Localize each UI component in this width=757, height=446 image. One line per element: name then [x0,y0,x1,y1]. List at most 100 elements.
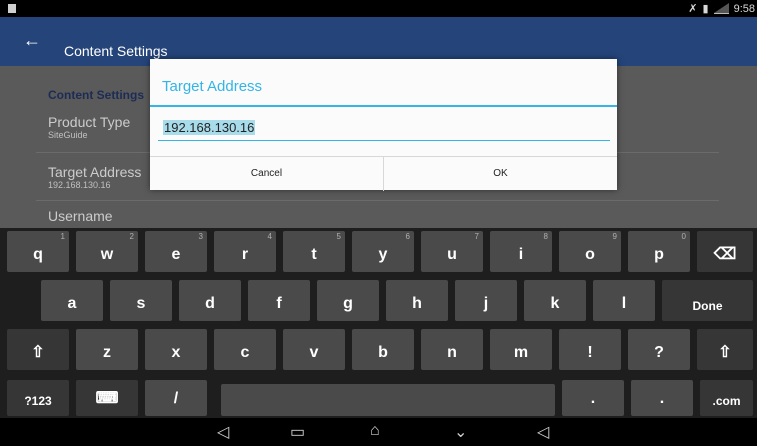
key-v[interactable]: v [283,329,345,370]
key-hint: 8 [543,232,548,241]
key-w[interactable]: 2w [76,231,138,272]
nav-recents-icon[interactable]: ▭ [290,422,305,442]
key-c[interactable]: c [214,329,276,370]
shift-icon: ⇧ [718,344,732,361]
setting-username[interactable]: Username [48,208,113,224]
key-label: r [241,246,249,263]
key-j[interactable]: j [455,280,517,321]
period-key-2[interactable]: . [631,380,693,416]
key-h[interactable]: h [386,280,448,321]
nav-home-icon[interactable]: ⌂ [370,422,380,440]
symbols-key[interactable]: ?123 [7,380,69,416]
language-icon: ⌨ [95,390,119,407]
key-k[interactable]: k [524,280,586,321]
key-hint: 0 [681,232,686,241]
key-label: w [100,246,114,263]
key-hint: 9 [612,232,617,241]
soft-keyboard: 1q 2w 3e 4r 5t 6y 7u 8i 9o 0p ⌫ a s d f … [0,228,757,418]
target-address-label: Target Address [48,164,142,180]
key-label: s [136,295,146,312]
key-label: i [518,246,524,263]
product-type-label: Product Type [48,114,131,130]
key-e[interactable]: 3e [145,231,207,272]
target-address-dialog: Target Address 192.168.130.16 Cancel OK [150,59,617,191]
volume-down-icon[interactable]: ◁ [217,422,229,442]
key-o[interactable]: 9o [559,231,621,272]
key-g[interactable]: g [317,280,379,321]
key-s[interactable]: s [110,280,172,321]
backspace-key[interactable]: ⌫ [697,231,753,272]
key-label: c [240,344,250,361]
period-key[interactable]: . [562,380,624,416]
shift-icon: ⇧ [31,344,45,361]
key-y[interactable]: 6y [352,231,414,272]
key-label: b [378,344,388,361]
mic-muted-icon: ✗ [688,3,698,15]
space-key[interactable] [221,384,555,416]
com-label: .com [712,394,741,408]
key-r[interactable]: 4r [214,231,276,272]
key-label: x [171,344,181,361]
key-hint: 6 [405,232,410,241]
key-label: o [585,246,595,263]
key-f[interactable]: f [248,280,310,321]
key-m[interactable]: m [490,329,552,370]
key-hint: 4 [267,232,272,241]
done-key[interactable]: Done [662,280,753,321]
volume-up-icon[interactable]: ◁ [537,422,549,442]
key-exclamation[interactable]: ! [559,329,621,370]
key-label: f [276,295,282,312]
key-q[interactable]: 1q [7,231,69,272]
key-question[interactable]: ? [628,329,690,370]
key-label: h [412,295,422,312]
com-key[interactable]: .com [700,380,753,416]
status-right: ✗ ▮ 9:58 [688,2,755,16]
key-label: n [447,344,457,361]
key-b[interactable]: b [352,329,414,370]
key-i[interactable]: 8i [490,231,552,272]
key-z[interactable]: z [76,329,138,370]
divider [36,200,719,201]
key-label: u [447,246,457,263]
cancel-button[interactable]: Cancel [150,157,384,191]
page-title: Content Settings [64,43,168,59]
key-u[interactable]: 7u [421,231,483,272]
period-label: . [590,390,596,407]
key-label: ? [654,344,664,361]
target-address-input[interactable]: 192.168.130.16 [158,117,610,141]
key-t[interactable]: 5t [283,231,345,272]
nav-back-icon[interactable]: ⌄ [454,422,467,442]
key-n[interactable]: n [421,329,483,370]
input-value[interactable]: 192.168.130.16 [163,120,256,135]
key-label: j [483,295,489,312]
key-hint: 7 [474,232,479,241]
signal-icon [713,3,729,14]
key-x[interactable]: x [145,329,207,370]
key-label: y [378,246,388,263]
key-label: v [309,344,319,361]
key-label: d [205,295,215,312]
dialog-title: Target Address [162,78,263,95]
dialog-buttons: Cancel OK [150,156,617,191]
key-label: t [311,246,317,263]
setting-product-type[interactable]: Product Type SiteGuide [48,114,130,140]
status-bar: ✗ ▮ 9:58 [0,0,757,17]
key-label: e [171,246,181,263]
language-key[interactable]: ⌨ [76,380,138,416]
shift-key-right[interactable]: ⇧ [697,329,753,370]
setting-target-address[interactable]: Target Address 192.168.130.16 [48,164,141,190]
key-d[interactable]: d [179,280,241,321]
key-hint: 3 [198,232,203,241]
nav-bar: ◁ ▭ ⌂ ⌄ ◁ [0,418,757,446]
shift-key-left[interactable]: ⇧ [7,329,69,370]
key-label: k [550,295,560,312]
ok-button[interactable]: OK [384,157,617,191]
slash-key[interactable]: / [145,380,207,416]
key-l[interactable]: l [593,280,655,321]
key-label: l [621,295,627,312]
target-address-value: 192.168.130.16 [48,180,111,190]
settings-header: Content Settings [48,88,144,102]
back-arrow-icon[interactable]: ← [23,30,41,51]
key-p[interactable]: 0p [628,231,690,272]
key-a[interactable]: a [41,280,103,321]
